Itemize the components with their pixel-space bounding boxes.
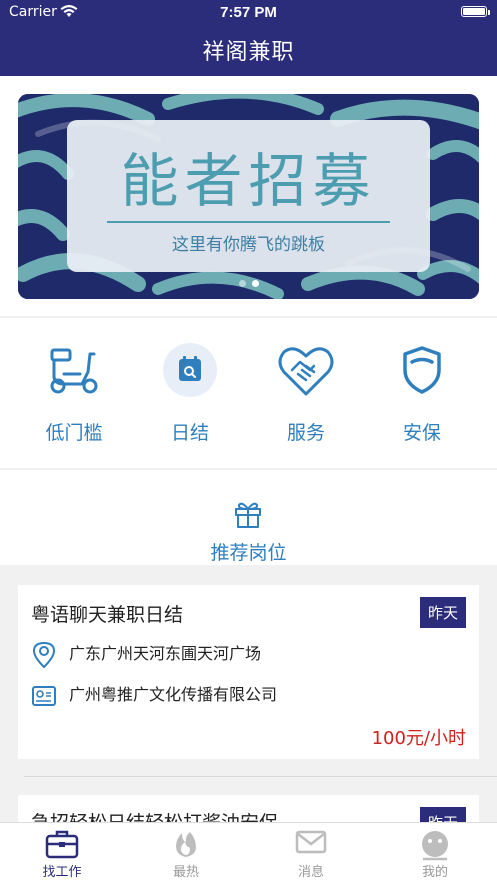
banner-subtitle: 这里有你腾飞的跳板 — [172, 235, 325, 255]
divider — [24, 776, 497, 777]
job-date-badge: 昨天 — [419, 597, 466, 628]
briefcase-icon — [45, 830, 79, 859]
job-card[interactable]: 粤语聊天兼职日结 昨天 广东广州天河东圃天河广场 广州粤推广文化传播有限公司 1… — [18, 585, 479, 759]
tab-mine[interactable]: 我的 — [385, 829, 485, 880]
job-pay: 100元/小时 — [371, 728, 466, 749]
location-pin-icon — [32, 641, 56, 668]
feature-label: 服务 — [286, 422, 325, 444]
calendar-search-icon — [179, 356, 201, 381]
carousel-dot-active[interactable] — [251, 280, 259, 287]
feature-daily-pay[interactable]: 日结 — [130, 340, 250, 445]
recommend-title: 推荐岗位 — [210, 542, 287, 564]
handshake-heart-icon — [278, 347, 334, 396]
recommend-header: 推荐岗位 — [0, 470, 497, 565]
tab-label: 最热 — [172, 865, 199, 880]
tab-messages[interactable]: 消息 — [261, 829, 361, 880]
tab-label: 找工作 — [42, 865, 82, 880]
tab-hottest[interactable]: 最热 — [136, 829, 236, 880]
scooter-icon — [50, 348, 98, 394]
envelope-icon — [295, 830, 327, 854]
status-bar: Carrier 7:57 PM — [0, 4, 497, 22]
banner-section: 能者招募 这里有你腾飞的跳板 — [0, 76, 497, 316]
flame-icon — [176, 832, 196, 857]
feature-label: 低门槛 — [45, 422, 103, 444]
feature-service[interactable]: 服务 — [246, 340, 366, 445]
tab-label: 消息 — [297, 865, 324, 880]
job-company: 广州粤推广文化传播有限公司 — [69, 685, 278, 704]
carousel-dot[interactable] — [238, 280, 246, 287]
gift-icon — [235, 502, 261, 528]
feature-low-threshold[interactable]: 低门槛 — [14, 340, 134, 445]
battery-icon — [461, 6, 487, 17]
clock: 7:57 PM — [220, 4, 277, 21]
job-company-row: 广州粤推广文化传播有限公司 — [31, 681, 277, 708]
feature-label: 安保 — [402, 422, 441, 444]
job-title: 粤语聊天兼职日结 — [31, 604, 184, 626]
smiley-face-icon — [422, 831, 448, 861]
tab-find-job[interactable]: 找工作 — [12, 829, 112, 880]
top-bar: Carrier 7:57 PM 祥阁兼职 — [0, 0, 497, 76]
id-card-icon — [32, 685, 56, 706]
carousel-dots — [18, 272, 479, 291]
banner-divider — [107, 221, 390, 223]
banner-card: 能者招募 这里有你腾飞的跳板 — [67, 120, 430, 272]
shield-icon — [403, 346, 441, 394]
job-location-row: 广东广州天河东圃天河广场 — [31, 640, 261, 669]
battery-tip — [488, 10, 490, 15]
banner-headline: 能者招募 — [120, 147, 377, 215]
job-location: 广东广州天河东圃天河广场 — [69, 644, 262, 663]
tab-bar: 找工作 最热 消息 我的 — [0, 822, 497, 884]
feature-label: 日结 — [170, 422, 209, 444]
feature-security[interactable]: 安保 — [362, 340, 482, 445]
banner-carousel[interactable]: 能者招募 这里有你腾飞的跳板 — [18, 94, 479, 299]
feature-grid: 低门槛 日结 服务 安保 — [0, 318, 497, 468]
tab-label: 我的 — [421, 865, 448, 880]
page-title: 祥阁兼职 — [202, 40, 295, 65]
